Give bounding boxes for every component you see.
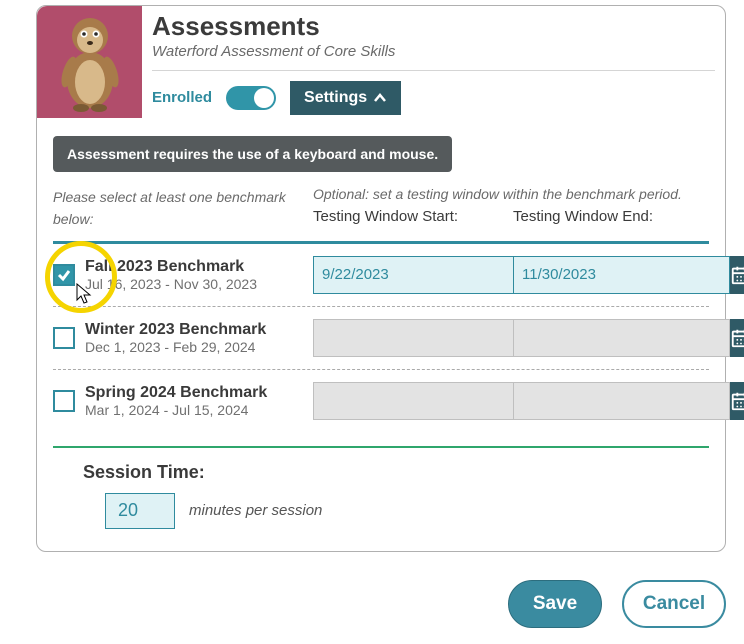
window-end-field [513, 319, 683, 357]
window-end-field [513, 382, 683, 420]
benchmark-checkbox[interactable] [53, 327, 75, 349]
benchmark-dates: Dec 1, 2023 - Feb 29, 2024 [85, 339, 313, 355]
session-time-section: Session Time: minutes per session [53, 462, 709, 529]
enrolled-toggle[interactable] [226, 86, 276, 110]
window-end-field [513, 256, 683, 294]
window-start-field [313, 382, 483, 420]
assessments-dialog: Assessments Waterford Assessment of Core… [36, 5, 726, 552]
save-button[interactable]: Save [508, 580, 602, 628]
window-start-input [313, 382, 530, 420]
left-instruction: Please select at least one benchmark bel… [53, 186, 313, 231]
session-time-unit: minutes per session [189, 502, 322, 519]
calendar-icon [730, 327, 744, 349]
window-start-input[interactable] [313, 256, 530, 294]
header-divider [152, 70, 715, 71]
calendar-button[interactable] [730, 319, 744, 357]
cancel-button[interactable]: Cancel [622, 580, 726, 628]
calendar-button[interactable] [730, 256, 744, 294]
window-start-field [313, 256, 483, 294]
keyboard-mouse-notice: Assessment requires the use of a keyboar… [53, 136, 452, 172]
window-end-input [513, 382, 730, 420]
page-title: Assessments [152, 12, 725, 41]
benchmark-row-spring-2024: Spring 2024 Benchmark Mar 1, 2024 - Jul … [53, 370, 709, 432]
benchmark-name: Spring 2024 Benchmark [85, 384, 313, 402]
page-subtitle: Waterford Assessment of Core Skills [152, 43, 725, 60]
benchmark-name: Fall 2023 Benchmark [85, 258, 313, 276]
settings-dropdown[interactable]: Settings [290, 81, 401, 115]
benchmark-dates: Mar 1, 2024 - Jul 15, 2024 [85, 402, 313, 418]
right-instruction: Optional: set a testing window within th… [313, 186, 709, 202]
benchmark-checkbox[interactable] [53, 390, 75, 412]
calendar-icon [730, 390, 744, 412]
header-controls: Enrolled Settings [152, 81, 725, 115]
window-end-input [513, 319, 730, 357]
calendar-button[interactable] [730, 382, 744, 420]
avatar [37, 6, 142, 118]
benchmark-dates: Jul 16, 2023 - Nov 30, 2023 [85, 276, 313, 292]
benchmark-text: Spring 2024 Benchmark Mar 1, 2024 - Jul … [85, 384, 313, 418]
window-end-input[interactable] [513, 256, 730, 294]
columns: Please select at least one benchmark bel… [53, 186, 709, 529]
dialog-body: Assessment requires the use of a keyboar… [37, 118, 725, 551]
calendar-icon [730, 264, 744, 286]
benchmark-row-fall-2023: Fall 2023 Benchmark Jul 16, 2023 - Nov 3… [53, 244, 709, 307]
enrolled-label: Enrolled [152, 89, 212, 106]
footer-buttons: Save Cancel [508, 580, 726, 628]
chevron-up-icon [373, 91, 387, 105]
settings-label: Settings [304, 89, 367, 107]
window-start-label: Testing Window Start: [313, 208, 513, 225]
header-right: Assessments Waterford Assessment of Core… [142, 6, 725, 118]
column-headings: Please select at least one benchmark bel… [53, 186, 709, 231]
checkmark-icon [57, 268, 71, 282]
dialog-header: Assessments Waterford Assessment of Core… [37, 6, 725, 118]
benchmark-name: Winter 2023 Benchmark [85, 321, 313, 339]
benchmark-text: Fall 2023 Benchmark Jul 16, 2023 - Nov 3… [85, 258, 313, 292]
session-time-input[interactable] [105, 493, 175, 529]
session-divider [53, 446, 709, 448]
benchmark-checkbox[interactable] [53, 264, 75, 286]
benchmark-row-winter-2023: Winter 2023 Benchmark Dec 1, 2023 - Feb … [53, 307, 709, 370]
window-start-input [313, 319, 530, 357]
session-time-row: minutes per session [83, 493, 709, 529]
session-time-title: Session Time: [83, 462, 709, 483]
otter-character-icon [47, 12, 133, 112]
window-end-label: Testing Window End: [513, 208, 709, 225]
benchmark-text: Winter 2023 Benchmark Dec 1, 2023 - Feb … [85, 321, 313, 355]
window-headings: Testing Window Start: Testing Window End… [313, 208, 709, 225]
toggle-knob [254, 88, 274, 108]
right-column-head: Optional: set a testing window within th… [313, 186, 709, 231]
window-start-field [313, 319, 483, 357]
